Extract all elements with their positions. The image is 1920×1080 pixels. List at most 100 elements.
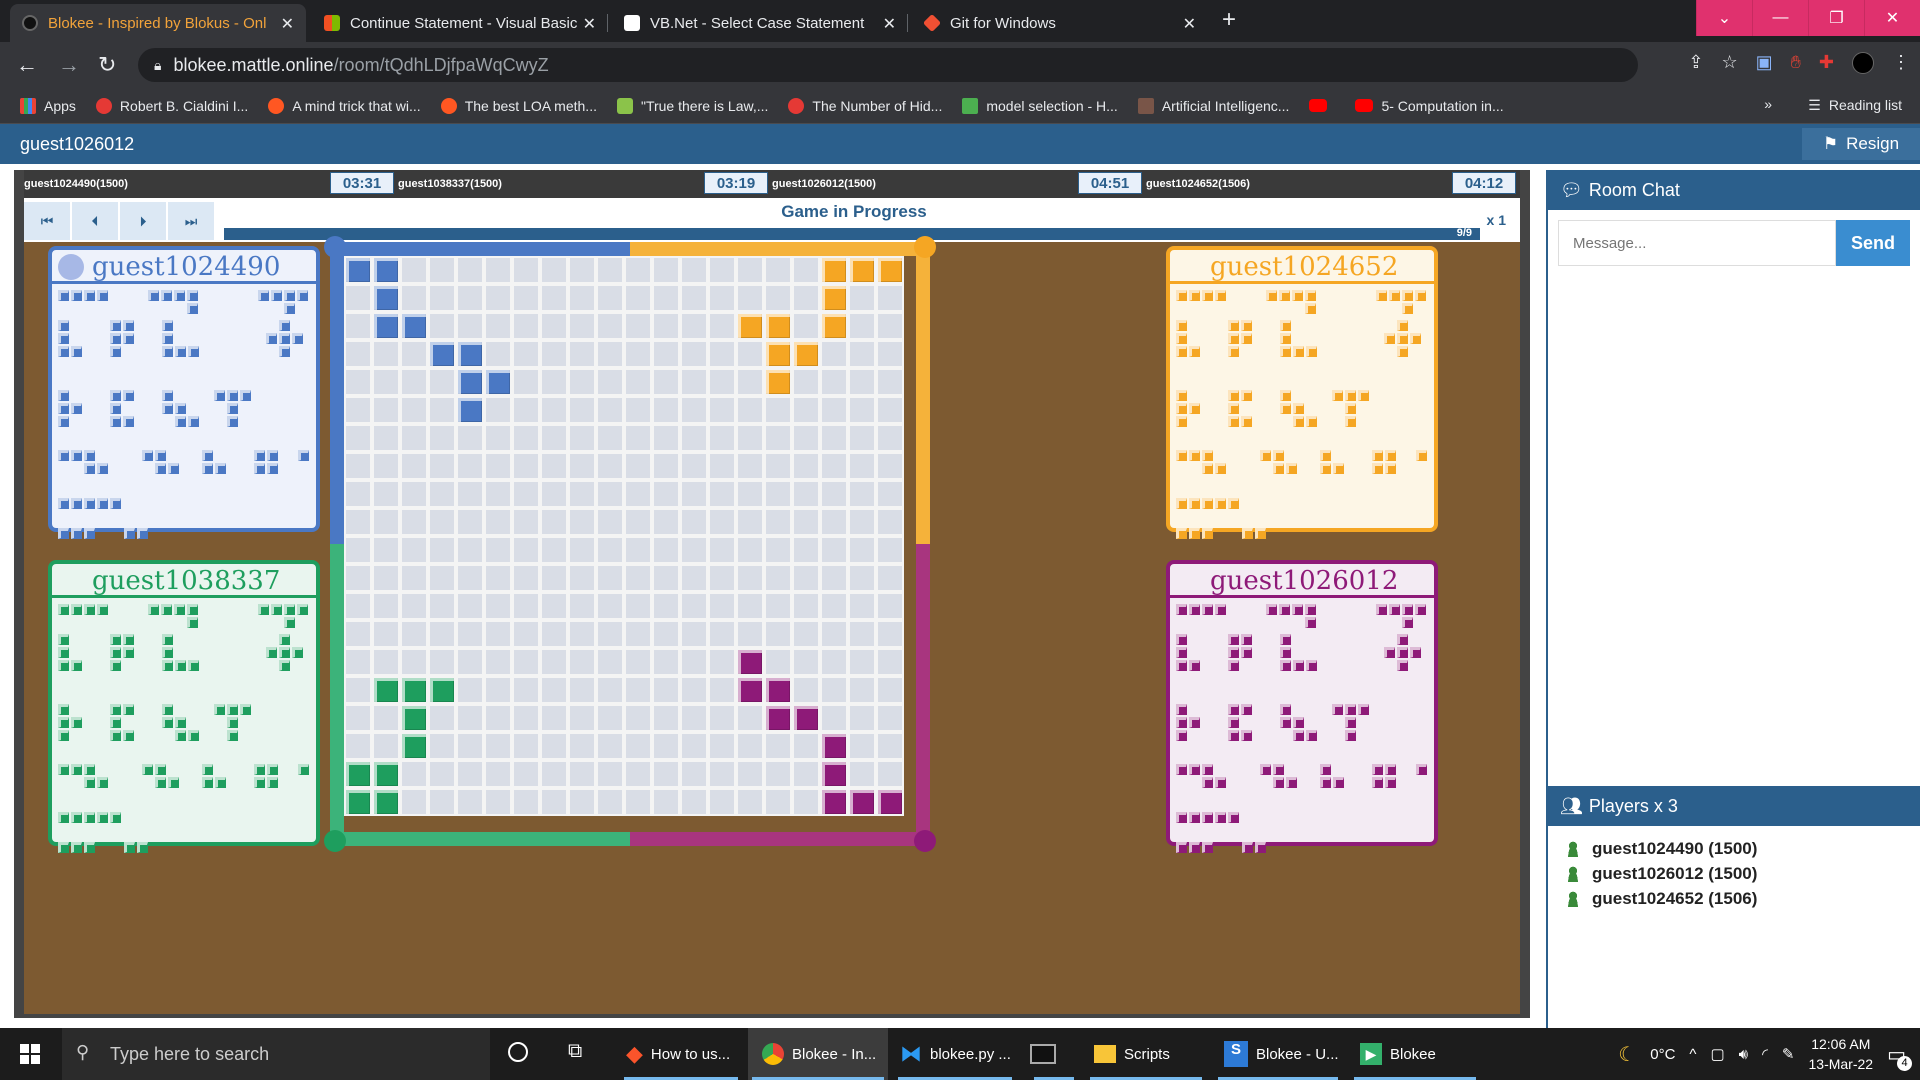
board-cell[interactable]	[876, 592, 904, 620]
board-cell[interactable]	[428, 648, 456, 676]
board-cell[interactable]	[764, 424, 792, 452]
board-cell[interactable]	[624, 368, 652, 396]
board-cell[interactable]	[624, 592, 652, 620]
board-cell-filled[interactable]	[820, 760, 848, 788]
board-cell-filled[interactable]	[372, 760, 400, 788]
meet-now-icon[interactable]: ▢	[1710, 1045, 1724, 1063]
board-cell[interactable]	[484, 732, 512, 760]
board-cell[interactable]	[456, 676, 484, 704]
board-cell[interactable]	[792, 564, 820, 592]
board-cell[interactable]	[652, 256, 680, 284]
board-cell[interactable]	[372, 508, 400, 536]
board-cell[interactable]	[736, 536, 764, 564]
board-cell[interactable]	[596, 452, 624, 480]
board-cell[interactable]	[568, 676, 596, 704]
board-cell[interactable]	[568, 284, 596, 312]
board-cell[interactable]	[456, 592, 484, 620]
board-cell[interactable]	[400, 648, 428, 676]
board-cell[interactable]	[708, 424, 736, 452]
extension-screen-icon[interactable]: ▣	[1756, 52, 1773, 74]
board-cell[interactable]	[820, 620, 848, 648]
board-cell[interactable]	[792, 676, 820, 704]
board-cell[interactable]	[540, 676, 568, 704]
board-cell[interactable]	[344, 480, 372, 508]
tab-git-for-windows[interactable]: Git for Windows ✕	[912, 4, 1208, 42]
board-cell[interactable]	[876, 284, 904, 312]
board-cell-filled[interactable]	[344, 256, 372, 284]
board-cell[interactable]	[680, 256, 708, 284]
close-window-button[interactable]: ✕	[1864, 0, 1920, 36]
reading-list-button[interactable]: ☰ Reading list	[1808, 97, 1902, 114]
send-button[interactable]: Send	[1836, 220, 1910, 266]
board-cell[interactable]	[344, 648, 372, 676]
board-cell[interactable]	[596, 284, 624, 312]
board-cell[interactable]	[596, 648, 624, 676]
board-cell[interactable]	[652, 536, 680, 564]
board-cell[interactable]	[680, 452, 708, 480]
board-cell[interactable]	[540, 424, 568, 452]
bookmark-item[interactable]: model selection - H...	[962, 97, 1118, 114]
board-cell[interactable]	[764, 592, 792, 620]
board-cell[interactable]	[400, 256, 428, 284]
taskbar-app-vscode[interactable]: ⧓ blokee.py ...	[894, 1028, 1016, 1080]
board-cell[interactable]	[568, 480, 596, 508]
board-cell-filled[interactable]	[372, 788, 400, 816]
board-cell[interactable]	[848, 620, 876, 648]
bookmark-item[interactable]: Robert B. Cialdini I...	[95, 97, 248, 114]
board-cell[interactable]	[876, 452, 904, 480]
board-cell[interactable]	[484, 704, 512, 732]
board-cell[interactable]	[792, 648, 820, 676]
board-cell[interactable]	[568, 508, 596, 536]
board-cell[interactable]	[680, 312, 708, 340]
board-cell[interactable]	[344, 704, 372, 732]
tab-search-button[interactable]: ⌄	[1696, 0, 1752, 36]
board-cell[interactable]	[344, 284, 372, 312]
board-cell[interactable]	[484, 256, 512, 284]
board-cell[interactable]	[344, 620, 372, 648]
board-cell[interactable]	[652, 312, 680, 340]
bookmark-item[interactable]	[1309, 99, 1335, 112]
board-cell-filled[interactable]	[344, 760, 372, 788]
board-cell[interactable]	[596, 788, 624, 816]
board-cell[interactable]	[680, 564, 708, 592]
board-cell[interactable]	[484, 676, 512, 704]
board-cell[interactable]	[736, 452, 764, 480]
board-cell[interactable]	[876, 676, 904, 704]
board-cell[interactable]	[848, 284, 876, 312]
board-cell[interactable]	[764, 256, 792, 284]
board-cell[interactable]	[400, 396, 428, 424]
board-cell[interactable]	[652, 340, 680, 368]
board-cell[interactable]	[484, 452, 512, 480]
board-cell[interactable]	[624, 396, 652, 424]
minimize-button[interactable]: —	[1752, 0, 1808, 36]
board-cell[interactable]	[792, 452, 820, 480]
board-cell[interactable]	[792, 368, 820, 396]
board-cell[interactable]	[484, 312, 512, 340]
board-cell[interactable]	[624, 340, 652, 368]
board-cell[interactable]	[680, 788, 708, 816]
board-cell[interactable]	[456, 424, 484, 452]
board-cell[interactable]	[344, 536, 372, 564]
board-cell[interactable]	[568, 760, 596, 788]
board-cell[interactable]	[680, 424, 708, 452]
board-cell[interactable]	[400, 480, 428, 508]
board-cell[interactable]	[400, 284, 428, 312]
board-cell[interactable]	[512, 592, 540, 620]
board-cell[interactable]	[792, 536, 820, 564]
previous-move-button[interactable]: ⏴	[72, 202, 118, 240]
board-cell[interactable]	[456, 564, 484, 592]
board-cell[interactable]	[624, 536, 652, 564]
system-clock[interactable]: 12:06 AM 13-Mar-22	[1809, 1034, 1874, 1074]
board-cell[interactable]	[680, 704, 708, 732]
board-cell[interactable]	[456, 536, 484, 564]
board-cell[interactable]	[764, 564, 792, 592]
board-cell[interactable]	[708, 788, 736, 816]
board-cell[interactable]	[484, 564, 512, 592]
board-cell[interactable]	[848, 340, 876, 368]
board-cell[interactable]	[428, 256, 456, 284]
board-cell[interactable]	[428, 312, 456, 340]
board-cell-filled[interactable]	[764, 368, 792, 396]
board-cell[interactable]	[456, 452, 484, 480]
board-cell[interactable]	[372, 564, 400, 592]
board-cell[interactable]	[428, 424, 456, 452]
